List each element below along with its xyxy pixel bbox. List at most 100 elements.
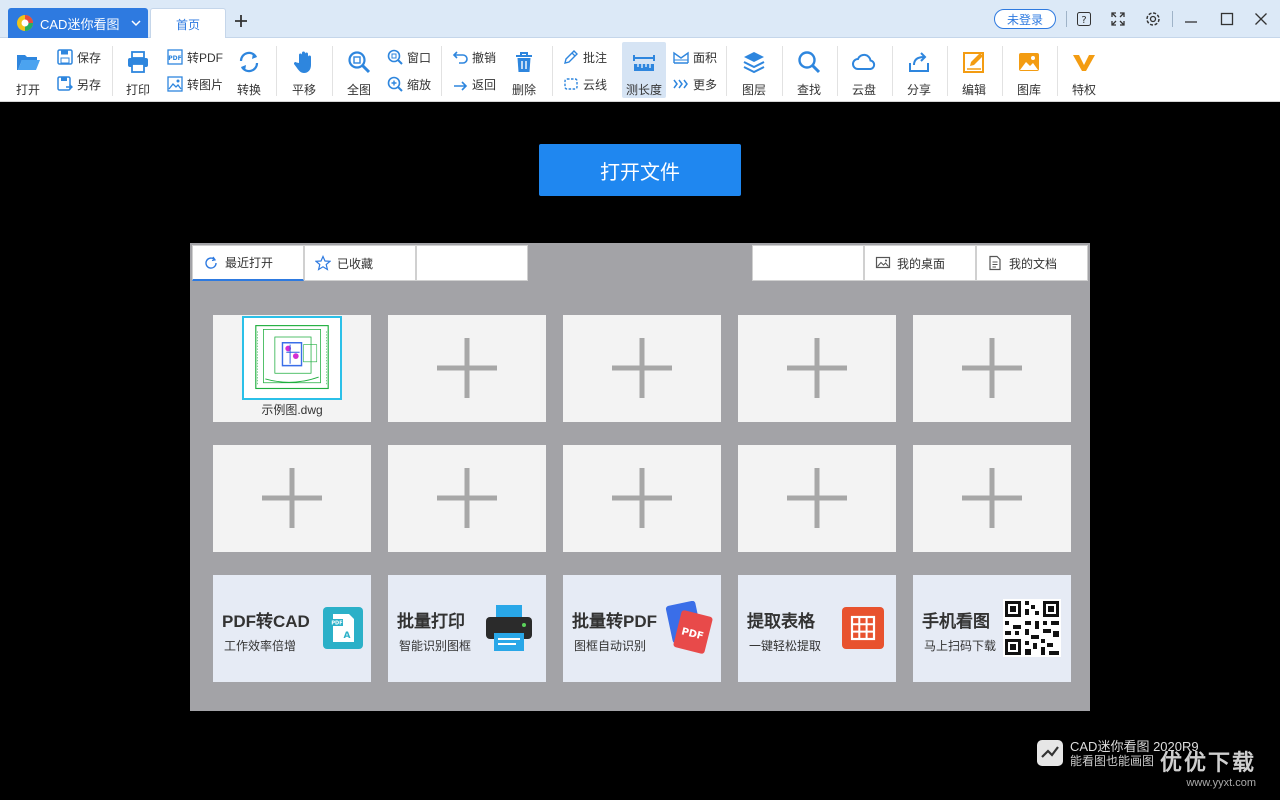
promo-subtitle: 工作效率倍增 <box>224 639 297 653</box>
promo-batch-print[interactable]: 批量打印 智能识别图框 <box>388 575 546 682</box>
back-button[interactable]: 返回 <box>451 73 496 95</box>
promo-batch-to-pdf[interactable]: 批量转PDF 图框自动识别 PDF <box>563 575 721 682</box>
to-image-button[interactable]: 转图片 <box>166 73 223 95</box>
close-icon[interactable] <box>1251 9 1271 29</box>
privilege-button[interactable]: 特权 <box>1062 42 1106 98</box>
maximize-icon[interactable] <box>1217 9 1237 29</box>
fit-all-label: 全图 <box>346 83 371 97</box>
annotate-button[interactable]: 批注 <box>562 46 607 68</box>
table-grid-icon <box>842 607 884 649</box>
edit-button[interactable]: 编辑 <box>952 42 996 98</box>
recent-file-name: 示例图.dwg <box>261 403 323 417</box>
to-pdf-button[interactable]: PDF 转PDF <box>166 46 223 68</box>
promo-pdf-to-cad[interactable]: PDF转CAD 工作效率倍增 PDF A <box>213 575 371 682</box>
print-button[interactable]: 打印 <box>116 42 160 98</box>
tab-blank <box>416 245 528 281</box>
trash-icon <box>516 52 532 72</box>
privilege-label: 特权 <box>1071 83 1096 97</box>
app-logo-icon <box>17 15 33 31</box>
open-button[interactable]: 打开 <box>6 42 50 98</box>
qr-code-icon <box>1003 599 1061 657</box>
promo-mobile-view[interactable]: 手机看图 马上扫码下载 <box>913 575 1071 682</box>
tab-blank-right <box>752 245 864 281</box>
tab-home[interactable]: 首页 <box>150 8 226 39</box>
fullscreen-icon[interactable] <box>1108 9 1128 29</box>
empty-slot[interactable] <box>388 315 546 422</box>
site-watermark-url: www.yyxt.com <box>1186 777 1257 789</box>
open-file-button[interactable]: 打开文件 <box>539 144 741 196</box>
delete-button[interactable]: 删除 <box>502 42 546 98</box>
login-button[interactable]: 未登录 <box>994 9 1056 29</box>
empty-slot[interactable] <box>913 315 1071 422</box>
undo-button[interactable]: 撤销 <box>451 46 496 68</box>
divider <box>726 46 727 96</box>
cloud-icon <box>852 53 876 70</box>
convert-button[interactable]: 转换 <box>227 42 271 98</box>
empty-slot[interactable] <box>913 445 1071 552</box>
new-tab-plus-icon[interactable] <box>232 12 250 30</box>
area-button[interactable]: 面积 <box>672 46 717 68</box>
start-page: 打开文件 最近打开 已收藏 我的桌面 我的文档 示例图.dwg PDF转CAD … <box>0 103 1280 800</box>
promo-extract-table[interactable]: 提取表格 一键轻松提取 <box>738 575 896 682</box>
cloud-disk-button[interactable]: 云盘 <box>842 42 886 98</box>
measure-length-button[interactable]: 测长度 <box>622 42 666 98</box>
tab-documents[interactable]: 我的文档 <box>976 245 1088 281</box>
pdf-to-cad-icon: PDF A <box>323 607 363 649</box>
tab-favorites[interactable]: 已收藏 <box>304 245 416 281</box>
empty-slot[interactable] <box>738 445 896 552</box>
pan-button[interactable]: 平移 <box>282 42 326 98</box>
plus-icon <box>962 468 1022 528</box>
delete-label: 删除 <box>511 83 536 97</box>
plus-icon <box>787 338 847 398</box>
zoom-extents-icon <box>348 51 371 74</box>
zoom-window-button[interactable]: 窗口 <box>386 46 431 68</box>
plus-icon <box>437 338 497 398</box>
annotate-label: 批注 <box>583 50 608 65</box>
cloud-line-label: 云线 <box>583 77 608 92</box>
zoom-button[interactable]: 缩放 <box>386 73 431 95</box>
help-icon[interactable]: ? <box>1074 9 1094 29</box>
share-label: 分享 <box>906 83 931 97</box>
empty-slot[interactable] <box>738 315 896 422</box>
tab-documents-label: 我的文档 <box>1009 256 1058 271</box>
to-image-label: 转图片 <box>187 77 224 92</box>
more-button[interactable]: 更多 <box>672 73 717 95</box>
plus-icon <box>437 468 497 528</box>
empty-slot[interactable] <box>388 445 546 552</box>
promo-title: 提取表格 <box>747 612 815 631</box>
zoom-window-icon <box>387 49 403 65</box>
file-panel: 最近打开 已收藏 我的桌面 我的文档 示例图.dwg PDF转CAD 工作效率倍… <box>190 243 1090 711</box>
find-button[interactable]: 查找 <box>787 42 831 98</box>
layers-button[interactable]: 图层 <box>732 42 776 98</box>
settings-gear-icon[interactable] <box>1143 9 1163 29</box>
cloud-disk-label: 云盘 <box>851 83 876 97</box>
divider <box>837 46 838 96</box>
recent-file-thumb[interactable]: 示例图.dwg <box>213 315 371 422</box>
login-label: 未登录 <box>1006 12 1043 27</box>
undo-arrow-icon <box>452 51 468 64</box>
plus-icon <box>612 468 672 528</box>
share-button[interactable]: 分享 <box>897 42 941 98</box>
cloud-line-button[interactable]: 云线 <box>562 73 607 95</box>
app-brand-icon <box>1037 740 1063 766</box>
divider <box>441 46 442 96</box>
star-icon <box>315 255 331 271</box>
refresh-icon <box>205 256 217 269</box>
tab-desktop-label: 我的桌面 <box>897 256 946 271</box>
save-as-button[interactable]: 另存 <box>56 73 101 95</box>
svg-text:PDF: PDF <box>331 621 342 627</box>
tab-recent[interactable]: 最近打开 <box>192 245 304 281</box>
zoom-in-icon <box>387 76 403 92</box>
app-menu-tab[interactable]: CAD迷你看图 <box>8 8 148 38</box>
minimize-icon[interactable] <box>1181 9 1201 29</box>
empty-slot[interactable] <box>213 445 371 552</box>
fit-all-button[interactable]: 全图 <box>337 42 381 98</box>
cad-drawing-preview <box>242 316 342 400</box>
tab-desktop[interactable]: 我的桌面 <box>864 245 976 281</box>
library-button[interactable]: 图库 <box>1007 42 1051 98</box>
return-arrow-icon <box>454 81 468 91</box>
empty-slot[interactable] <box>563 315 721 422</box>
save-button[interactable]: 保存 <box>56 46 101 68</box>
desktop-image-icon <box>875 256 891 269</box>
empty-slot[interactable] <box>563 445 721 552</box>
